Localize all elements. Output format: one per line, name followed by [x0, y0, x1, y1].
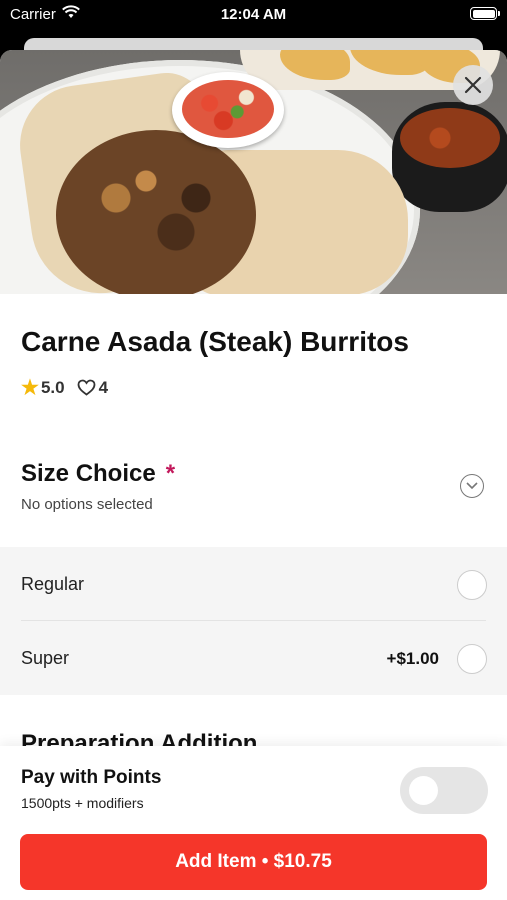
- required-marker: *: [165, 460, 176, 487]
- option-radio[interactable]: [457, 644, 487, 674]
- chevron-down-icon[interactable]: [460, 474, 484, 498]
- toggle-knob: [409, 776, 438, 805]
- size-choice-title: Size Choice *: [21, 460, 176, 487]
- item-meta: ★ 5.0 4: [21, 375, 108, 400]
- close-button[interactable]: [453, 65, 493, 105]
- status-bar: Carrier 12:04 AM: [0, 0, 507, 30]
- option-label: Regular: [21, 574, 85, 594]
- pay-with-points-toggle[interactable]: [400, 767, 488, 814]
- option-radio[interactable]: [457, 570, 487, 600]
- heart-icon[interactable]: [77, 379, 96, 396]
- star-icon: ★: [21, 377, 39, 399]
- close-icon: [464, 76, 482, 94]
- rating-value: 5.0: [40, 377, 65, 397]
- likes-count: 4: [98, 377, 109, 397]
- size-options-list: Regular Super +$1.00: [0, 547, 507, 695]
- item-photo: [0, 50, 507, 294]
- option-super[interactable]: Super +$1.00: [0, 621, 507, 695]
- item-detail-sheet: Carne Asada (Steak) Burritos ★ 5.0 4 Siz…: [0, 50, 507, 900]
- add-item-button[interactable]: Add Item • $10.75: [20, 834, 487, 890]
- pay-with-points-title: Pay with Points: [21, 767, 162, 788]
- size-choice-subtitle: No options selected: [21, 496, 153, 513]
- option-label: Super: [21, 648, 70, 668]
- item-title: Carne Asada (Steak) Burritos: [21, 326, 409, 357]
- status-time: 12:04 AM: [220, 6, 287, 23]
- pay-with-points-subtitle: 1500pts + modifiers: [21, 795, 144, 811]
- battery-icon: [470, 7, 500, 20]
- option-price: +$1.00: [386, 649, 439, 668]
- checkout-bar: Pay with Points 1500pts + modifiers Add …: [0, 746, 507, 900]
- option-regular[interactable]: Regular: [0, 547, 507, 621]
